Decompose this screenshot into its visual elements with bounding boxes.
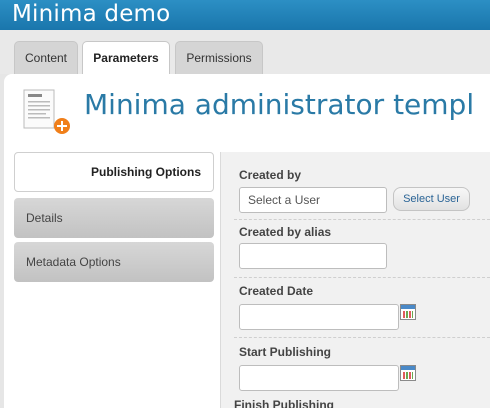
divider bbox=[234, 277, 490, 278]
tab-permissions[interactable]: Permissions bbox=[175, 41, 263, 74]
page-title: Minima administrator templ bbox=[84, 88, 475, 121]
options-accordion: Publishing Options Details Metadata Opti… bbox=[14, 152, 214, 408]
calendar-icon[interactable] bbox=[400, 304, 416, 320]
created-by-field[interactable]: Select a User bbox=[239, 187, 387, 213]
app-title: Minima demo bbox=[12, 1, 171, 27]
created-date-label: Created Date bbox=[239, 284, 314, 298]
select-user-button[interactable]: Select User bbox=[393, 187, 470, 211]
accordion-metadata-options[interactable]: Metadata Options bbox=[14, 242, 214, 282]
divider bbox=[234, 337, 490, 338]
finish-publishing-label: Finish Publishing bbox=[234, 398, 334, 408]
start-publishing-label: Start Publishing bbox=[239, 345, 332, 359]
calendar-icon[interactable] bbox=[400, 365, 416, 381]
article-add-icon bbox=[23, 89, 70, 134]
accordion-details[interactable]: Details bbox=[14, 198, 214, 238]
tab-parameters[interactable]: Parameters bbox=[82, 41, 170, 75]
start-publishing-field[interactable] bbox=[239, 365, 399, 391]
created-by-alias-field[interactable] bbox=[239, 243, 387, 269]
created-date-field[interactable] bbox=[239, 304, 399, 330]
created-by-label: Created by bbox=[239, 168, 302, 182]
top-bar: Minima demo bbox=[0, 0, 490, 30]
created-by-alias-label: Created by alias bbox=[239, 225, 332, 239]
accordion-publishing-options[interactable]: Publishing Options bbox=[14, 152, 214, 192]
tab-content[interactable]: Content bbox=[14, 41, 78, 74]
divider bbox=[234, 219, 490, 220]
